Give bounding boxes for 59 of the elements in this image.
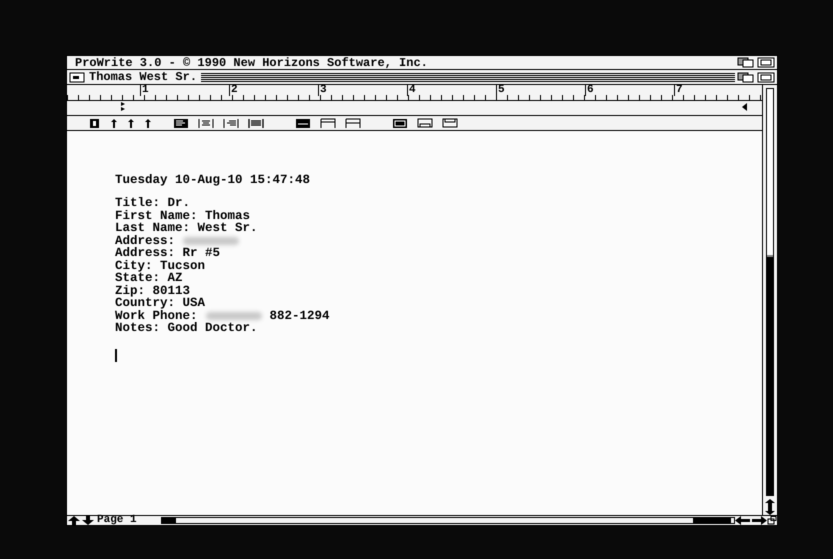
window-icon[interactable] [757, 57, 775, 68]
close-icon[interactable] [69, 72, 85, 82]
blurred-redaction [183, 236, 240, 245]
depth-icon[interactable] [737, 57, 755, 68]
justify-icon[interactable] [248, 118, 264, 128]
line-spacing-icon[interactable] [320, 118, 336, 128]
field-line: Notes: Good Doctor. [115, 322, 258, 334]
horizontal-scrollbar[interactable] [160, 517, 735, 524]
align-right-icon[interactable] [223, 118, 239, 128]
ruler-number: 4 [407, 85, 416, 96]
ruler-number: 1 [140, 85, 149, 96]
ruler-number: 6 [585, 85, 594, 96]
window-icon[interactable] [757, 72, 775, 82]
margin-icon[interactable] [417, 118, 433, 128]
scroll-marker [693, 518, 731, 523]
field-line: 882-1294 [270, 310, 330, 322]
down-arrow-icon[interactable] [763, 507, 777, 515]
scroll-thumb[interactable] [767, 89, 773, 257]
up-arrow-icon[interactable] [144, 118, 152, 128]
screen-title: ProWrite 3.0 - © 1990 New Horizons Software, Inc. [75, 56, 428, 68]
style-icon[interactable] [89, 118, 101, 128]
field-line: First Name: Thomas [115, 210, 250, 222]
single-spacing-icon[interactable] [295, 118, 311, 128]
up-arrow-icon[interactable] [110, 118, 118, 128]
align-left-icon[interactable] [173, 118, 189, 128]
field-line: State: AZ [115, 272, 183, 284]
field-line: Zip: 80113 [115, 284, 190, 297]
text-cursor [115, 348, 117, 362]
field-line: Country: USA [115, 297, 206, 310]
depth-icon[interactable] [737, 72, 755, 82]
ruler-number: 3 [318, 85, 327, 96]
field-line: City: Tucson [115, 260, 206, 272]
up-arrow-icon[interactable] [127, 118, 135, 128]
page-down-icon[interactable] [81, 516, 95, 525]
field-line: Address: Rr #5 [115, 247, 220, 260]
ruler-number: 2 [229, 85, 238, 96]
double-spacing-icon[interactable] [345, 118, 361, 128]
document-page[interactable]: Tuesday 10-Aug-10 15:47:48 Title: Dr. First Name: Thomas Last Name: West Sr. Address: Address: Rr #5 City: Tucson State: AZ Zip: 80113 Country: USA Work Phone: 882-1294 Notes: Good Doctor. [66, 131, 762, 515]
ruler-number: 7 [674, 85, 683, 96]
margin-icon[interactable] [442, 118, 458, 128]
blurred-redaction [206, 312, 262, 320]
field-line: Work Phone: [115, 310, 198, 322]
date-line: Tuesday 10-Aug-10 15:47:48 [115, 174, 312, 187]
field-line: Last Name: West Sr. [115, 222, 258, 234]
resize-icon[interactable] [767, 516, 777, 525]
up-arrow-icon[interactable] [763, 499, 777, 507]
vertical-scrollbar[interactable] [766, 88, 774, 496]
right-margin-marker-icon[interactable] [742, 103, 748, 111]
right-arrow-icon[interactable] [751, 516, 767, 525]
align-center-icon[interactable] [198, 118, 214, 128]
field-line: Title: Dr. [115, 197, 190, 210]
left-margin-marker-icon[interactable] [120, 102, 126, 112]
scroll-thumb[interactable] [162, 518, 176, 523]
ruler-number: 5 [496, 85, 505, 96]
field-line: Address: [115, 234, 176, 247]
page-up-icon[interactable] [67, 516, 81, 525]
left-arrow-icon[interactable] [735, 516, 751, 525]
margin-icon[interactable] [392, 118, 408, 128]
ruler[interactable]: 1 2 3 4 5 6 7 [66, 85, 762, 115]
